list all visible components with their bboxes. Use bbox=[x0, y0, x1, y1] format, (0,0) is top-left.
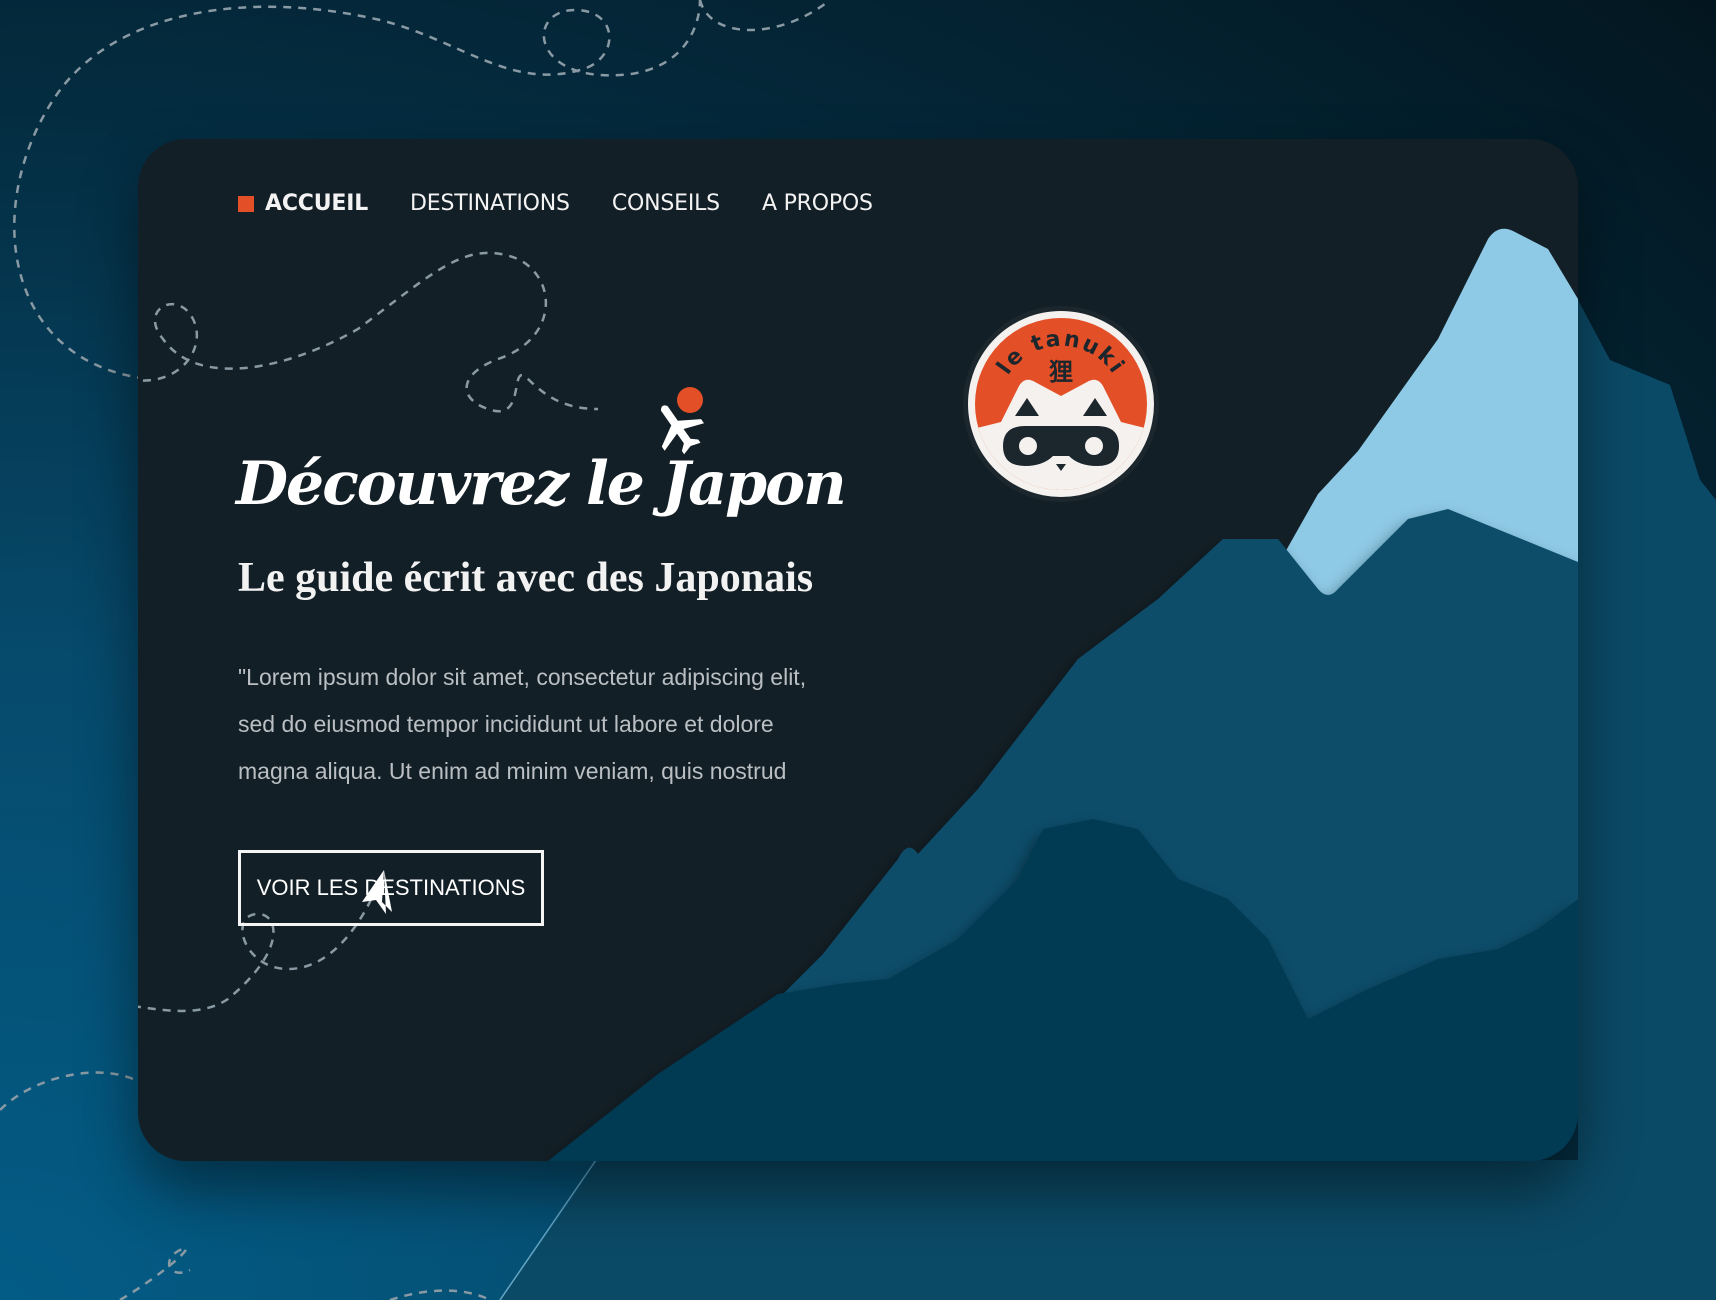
hero-card: ACCUEIL DESTINATIONS CONSEILS A PROPOS D… bbox=[138, 139, 1578, 1161]
tanuki-logo[interactable]: le tanuki 狸 bbox=[961, 304, 1161, 504]
sun-icon bbox=[677, 387, 703, 413]
nav-item-label: CONSEILS bbox=[611, 191, 720, 216]
tanuki-eye bbox=[1019, 437, 1037, 455]
body-line: "Lorem ipsum dolor sit amet, consectetur… bbox=[238, 664, 807, 690]
dashed-flight-path bbox=[389, 1289, 491, 1300]
body-line: sed do eiusmod tempor incididunt ut labo… bbox=[238, 711, 774, 737]
dashed-flight-path bbox=[138, 251, 599, 413]
nav-item-label: DESTINATIONS bbox=[410, 191, 570, 216]
dashed-flight-path bbox=[0, 1071, 151, 1111]
nav-item-conseils[interactable]: CONSEILS bbox=[612, 191, 720, 216]
see-destinations-button[interactable]: VOIR LES DESTINATIONS bbox=[238, 850, 544, 926]
nav-item-accueil[interactable]: ACCUEIL bbox=[238, 191, 368, 216]
body-line: magna aliqua. Ut enim ad minim veniam, q… bbox=[238, 758, 787, 784]
square-bullet-icon bbox=[238, 195, 254, 212]
dashed-flight-path bbox=[119, 1246, 191, 1300]
nav-item-label: ACCUEIL bbox=[265, 191, 369, 216]
main-nav: ACCUEIL DESTINATIONS CONSEILS A PROPOS bbox=[238, 191, 873, 216]
nav-item-label: A PROPOS bbox=[761, 191, 873, 216]
card-background-art bbox=[138, 228, 1578, 1161]
logo-kanji: 狸 bbox=[1049, 358, 1073, 386]
dashed-flight-path bbox=[698, 0, 831, 32]
nav-item-a-propos[interactable]: A PROPOS bbox=[762, 191, 873, 216]
nav-item-destinations[interactable]: DESTINATIONS bbox=[410, 191, 570, 216]
hero-subtitle: Le guide écrit avec des Japonais bbox=[238, 555, 814, 601]
hero-body-text: "Lorem ipsum dolor sit amet, consectetur… bbox=[238, 654, 858, 795]
hero-headline: Découvrez le Japon bbox=[236, 449, 847, 519]
tanuki-eye bbox=[1085, 437, 1103, 455]
